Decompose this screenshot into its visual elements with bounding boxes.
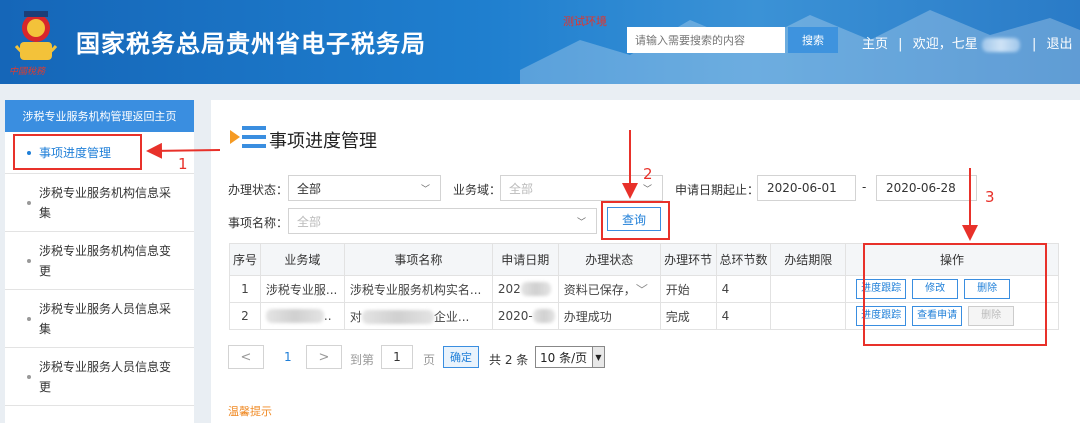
masked-user-name	[981, 37, 1020, 52]
sidebar-back-home[interactable]: 涉税专业服务机构管理返回主页	[5, 100, 194, 132]
top-header: 中國稅務 国家税务总局贵州省电子税务局 测试环境 搜索 主页 | 欢迎，七星 |…	[0, 0, 1080, 84]
col-header: 事项名称	[343, 243, 493, 276]
cell-item: 涉税专业服务机构实名...	[343, 275, 493, 303]
domain-value: 全部	[509, 181, 534, 196]
prev-page-button[interactable]: <	[228, 345, 264, 369]
cell-date: 2020-	[491, 302, 559, 330]
cell-domain: 涉税专业服...	[259, 275, 345, 303]
tip-title: 温馨提示	[228, 405, 272, 418]
cell-total: 4	[715, 275, 772, 303]
annotation-number-3: 3	[985, 188, 995, 206]
cell-stage: 完成	[659, 302, 717, 330]
page-unit: 页	[423, 353, 436, 367]
sidebar-item-org-info-collect[interactable]: 涉税专业服务机构信息采集	[5, 174, 194, 232]
domain-select[interactable]: 全部 ﹀	[500, 175, 663, 201]
page-size-value: 10 条/页	[540, 350, 588, 365]
home-link[interactable]: 主页	[862, 33, 888, 52]
date-range-label: 申请日期起止：	[675, 183, 760, 197]
welcome-text: 欢迎，七星	[912, 37, 978, 52]
col-header: 申请日期	[491, 243, 559, 276]
sidebar-item-org-info-change[interactable]: 涉税专业服务机构信息变更	[5, 232, 194, 290]
search-input[interactable]	[627, 27, 785, 53]
logout-link[interactable]: 退出	[1047, 33, 1073, 52]
item-name-label: 事项名称：	[228, 216, 289, 230]
cell-item-prefix: 对	[349, 309, 362, 324]
masked-value	[520, 282, 551, 297]
cell-status-text: 资料已保存，	[563, 282, 630, 297]
chevron-down-icon: ﹀	[642, 185, 652, 195]
cell-status: 资料已保存， ﹀	[557, 275, 661, 303]
dropdown-arrow-icon: ▼	[592, 347, 604, 367]
sidebar-item-staff-info-collect[interactable]: 涉税专业服务人员信息采集	[5, 290, 194, 348]
cell-no: 2	[229, 302, 261, 330]
goto-label: 到第	[350, 353, 375, 367]
col-header: 总环节数	[715, 243, 772, 276]
emblem-caption: 中國稅務	[9, 67, 46, 77]
status-select[interactable]: 全部 ﹀	[288, 175, 441, 201]
cell-stage: 开始	[659, 275, 717, 303]
annotation-number-1: 1	[178, 155, 188, 173]
cell-no: 1	[229, 275, 261, 303]
test-env-label: 测试环境	[563, 15, 607, 28]
date-to-input[interactable]: 2020-06-28	[876, 175, 977, 201]
chevron-down-icon: ﹀	[576, 218, 586, 228]
item-name-select[interactable]: 全部 ﹀	[288, 208, 597, 234]
cell-deadline	[770, 302, 847, 330]
sidebar-item-staff-info-change[interactable]: 涉税专业服务人员信息变更	[5, 348, 194, 406]
page-title: 事项进度管理	[269, 131, 377, 152]
annotation-box-3	[863, 243, 1047, 346]
status-value: 全部	[297, 181, 322, 196]
chevron-down-icon: ﹀	[420, 185, 430, 195]
site-title: 国家税务总局贵州省电子税务局	[76, 30, 426, 58]
date-dash: -	[862, 180, 867, 194]
cell-domain: ..	[259, 302, 345, 330]
annotation-number-2: 2	[643, 165, 653, 183]
cell-date: 202	[491, 275, 559, 303]
confirm-page-button[interactable]: 确定	[443, 346, 479, 368]
cell-status: 办理成功	[557, 302, 661, 330]
annotation-box-2	[601, 201, 670, 240]
cell-date-text: 2020-	[497, 308, 533, 323]
top-links: 主页 | 欢迎，七星 | 退出	[862, 33, 1073, 52]
goto-page-input[interactable]: 1	[381, 345, 413, 369]
col-header: 序号	[229, 243, 261, 276]
total-count: 共 2 条	[489, 353, 529, 367]
date-from-input[interactable]: 2020-06-01	[757, 175, 856, 201]
domain-label: 业务域：	[453, 183, 502, 197]
item-name-value: 全部	[297, 214, 322, 229]
masked-value	[265, 309, 324, 324]
masked-value	[361, 310, 434, 324]
chevron-down-icon[interactable]: ﹀	[636, 283, 648, 297]
col-header: 业务域	[259, 243, 345, 276]
cell-total: 4	[715, 302, 772, 330]
status-label: 办理状态：	[228, 183, 289, 197]
tax-emblem-icon	[14, 11, 58, 60]
next-page-button[interactable]: >	[306, 345, 342, 369]
masked-value	[532, 309, 555, 324]
current-page[interactable]: 1	[284, 350, 292, 364]
cell-item: 对 企业...	[343, 302, 493, 330]
col-header: 办理状态	[557, 243, 661, 276]
cell-item-suffix: 企业...	[433, 309, 470, 324]
col-header: 办结期限	[770, 243, 847, 276]
cell-deadline	[770, 275, 847, 303]
list-icon	[230, 126, 266, 148]
page-size-select[interactable]: 10 条/页 ▼	[535, 346, 605, 368]
separator: |	[1031, 37, 1037, 52]
cell-date-text: 202	[497, 281, 521, 296]
separator: |	[898, 37, 903, 52]
cell-domain-text: ..	[323, 308, 332, 323]
search-button[interactable]: 搜索	[788, 27, 838, 53]
col-header: 办理环节	[659, 243, 717, 276]
annotation-box-1	[13, 134, 142, 170]
